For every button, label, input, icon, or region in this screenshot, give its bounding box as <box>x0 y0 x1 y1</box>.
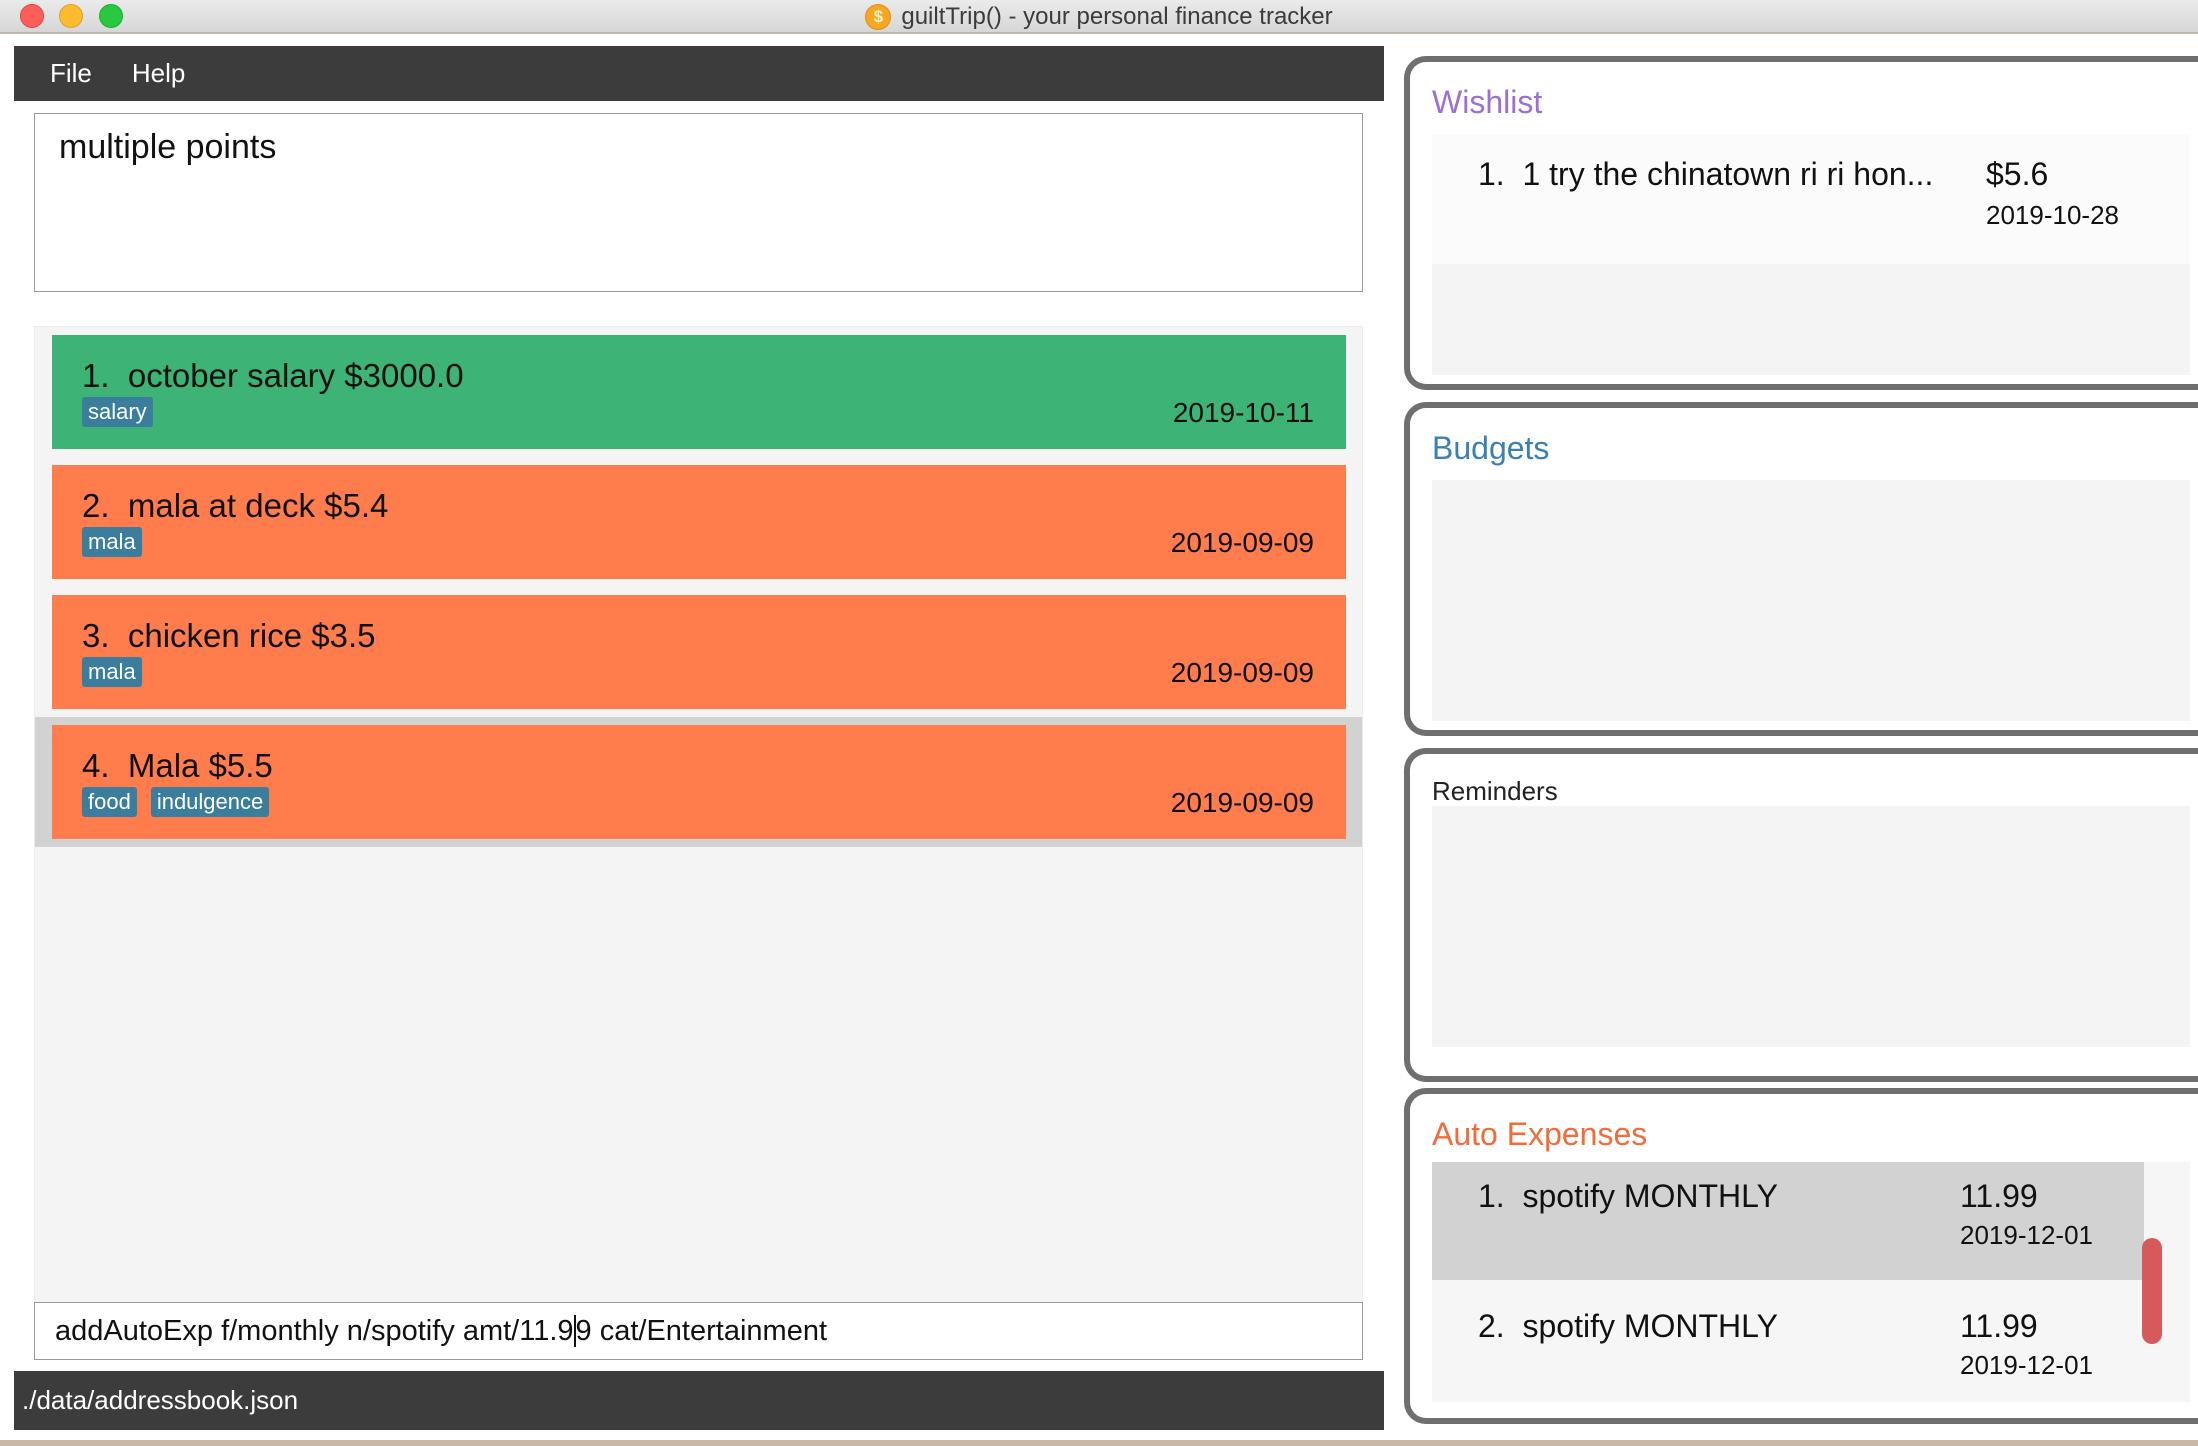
entry-card: 3. chicken rice $3.5 mala 2019-09-09 <box>52 595 1346 709</box>
wishlist-item-title: 1. 1 try the chinatown ri ri hon... <box>1478 156 1934 192</box>
budgets-title: Budgets <box>1432 430 1550 466</box>
command-text-before-caret: addAutoExp f/monthly n/spotify amt/11.9 <box>55 1314 574 1347</box>
entry-tag: food <box>82 787 137 817</box>
entry-tag: mala <box>82 527 142 557</box>
result-text: multiple points <box>59 128 277 166</box>
entry-date: 2019-09-09 <box>1170 527 1314 558</box>
command-text-after-caret: 9 cat/Entertainment <box>575 1314 828 1347</box>
reminders-list[interactable] <box>1432 806 2190 1047</box>
list-item-selected[interactable]: 1. spotify MONTHLY 11.99 2019-12-01 <box>1432 1162 2144 1280</box>
wishlist-title: Wishlist <box>1432 84 1543 120</box>
command-input[interactable]: addAutoExp f/monthly n/spotify amt/11.9 9… <box>34 1302 1363 1360</box>
entry-title: 4. Mala $5.5 <box>82 747 273 784</box>
entry-date: 2019-10-11 <box>1172 397 1314 428</box>
entry-title: 2. mala at deck $5.4 <box>82 487 389 524</box>
menu-help[interactable]: Help <box>132 58 185 89</box>
result-display[interactable]: multiple points <box>34 113 1363 292</box>
wishlist-item-date: 2019-10-28 <box>1986 200 2119 230</box>
budgets-list[interactable] <box>1432 480 2190 721</box>
reminders-panel: Reminders <box>1404 748 2198 1082</box>
list-item[interactable]: 3. chicken rice $3.5 mala 2019-09-09 <box>35 587 1362 717</box>
entry-title: 1. october salary $3000.0 <box>82 357 464 394</box>
entry-tag: mala <box>82 657 142 687</box>
auto-expense-title: 1. spotify MONTHLY <box>1478 1178 1778 1214</box>
menu-file[interactable]: File <box>50 58 92 89</box>
list-item[interactable]: 2. mala at deck $5.4 mala 2019-09-09 <box>35 457 1362 587</box>
entry-tag: indulgence <box>150 787 270 817</box>
budgets-panel: Budgets <box>1404 402 2198 736</box>
app-window: File Help multiple points 1. october sal… <box>0 34 2198 1440</box>
entry-tag: salary <box>82 397 153 427</box>
wishlist-list[interactable]: 1. 1 try the chinatown ri ri hon... $5.6… <box>1432 134 2190 375</box>
status-bar: ./data/addressbook.json <box>14 1371 1384 1430</box>
list-item[interactable]: 1. 1 try the chinatown ri ri hon... $5.6… <box>1432 134 2190 264</box>
entry-list[interactable]: 1. october salary $3000.0 salary 2019-10… <box>34 326 1363 1304</box>
list-item-selected[interactable]: 4. Mala $5.5 food indulgence 2019-09-09 <box>35 717 1362 847</box>
list-item[interactable]: 1. october salary $3000.0 salary 2019-10… <box>35 327 1362 457</box>
auto-expense-title: 2. spotify MONTHLY <box>1478 1308 1778 1344</box>
list-item[interactable]: 2. spotify MONTHLY 11.99 2019-12-01 <box>1432 1284 2144 1402</box>
title-bar: $ guiltTrip() - your personal finance tr… <box>0 0 2198 33</box>
entry-title: 3. chicken rice $3.5 <box>82 617 376 654</box>
wishlist-item-amount: $5.6 <box>1986 156 2049 192</box>
entry-card: 2. mala at deck $5.4 mala 2019-09-09 <box>52 465 1346 579</box>
auto-expense-date: 2019-12-01 <box>1960 1350 2093 1380</box>
auto-expense-date: 2019-12-01 <box>1960 1220 2093 1250</box>
auto-expenses-panel: Auto Expenses 1. spotify MONTHLY 11.99 2… <box>1404 1088 2198 1424</box>
scrollbar-thumb[interactable] <box>2142 1238 2162 1344</box>
auto-expense-amount: 11.99 <box>1960 1178 2038 1214</box>
window-title: guiltTrip() - your personal finance trac… <box>901 2 1333 30</box>
entry-date: 2019-09-09 <box>1170 787 1314 818</box>
data-file-path: ./data/addressbook.json <box>22 1385 299 1415</box>
entry-card: 1. october salary $3000.0 salary 2019-10… <box>52 335 1346 449</box>
entry-card: 4. Mala $5.5 food indulgence 2019-09-09 <box>52 725 1346 839</box>
app-coin-icon: $ <box>865 3 892 30</box>
menu-bar: File Help <box>14 46 1384 101</box>
auto-expenses-list[interactable]: 1. spotify MONTHLY 11.99 2019-12-01 2. s… <box>1432 1162 2190 1402</box>
entry-date: 2019-09-09 <box>1170 657 1314 688</box>
auto-expense-amount: 11.99 <box>1960 1308 2038 1344</box>
reminders-title: Reminders <box>1432 776 1558 806</box>
auto-expenses-title: Auto Expenses <box>1432 1116 1648 1152</box>
wishlist-panel: Wishlist 1. 1 try the chinatown ri ri ho… <box>1404 56 2198 390</box>
